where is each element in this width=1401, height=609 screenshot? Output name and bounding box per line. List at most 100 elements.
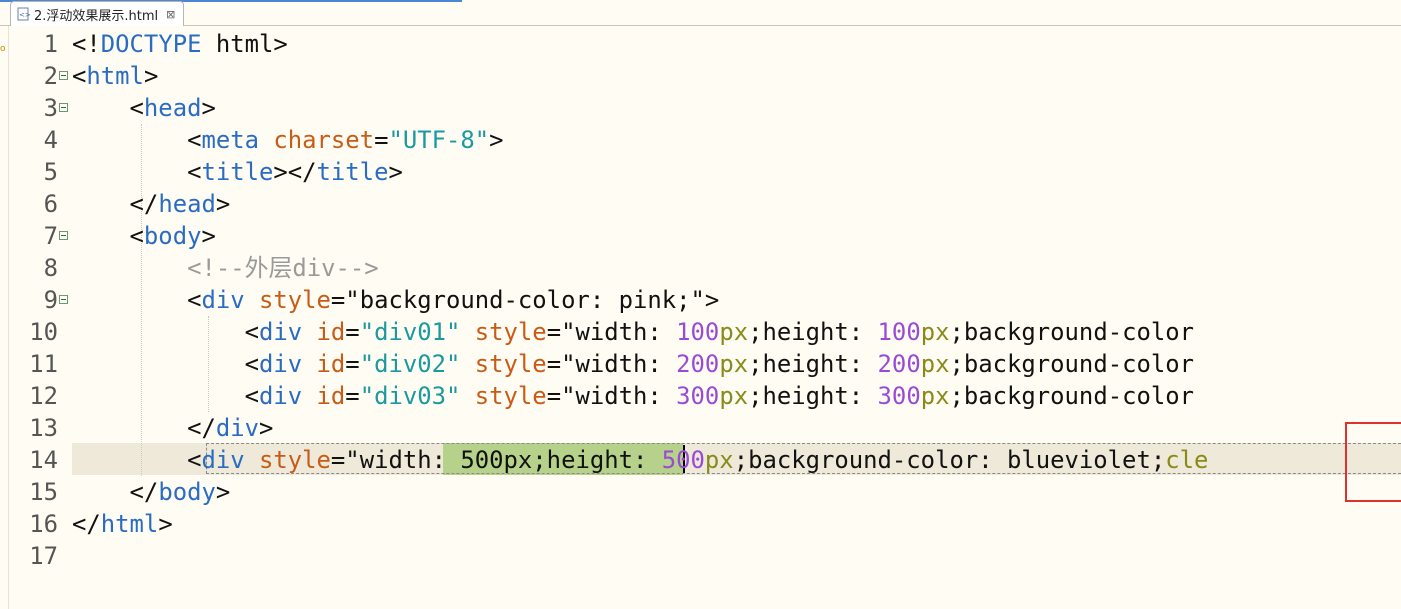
code-token: =" [546,382,576,410]
code-token: html [201,30,274,58]
code-token: < [72,446,202,474]
code-line[interactable]: 14 <div style="width: 500px;height: 500p… [0,444,1401,476]
html-file-icon: <> [17,7,31,21]
fold-toggle-icon[interactable] [59,231,68,240]
code-token: > [489,126,504,154]
code-token: div [201,286,245,314]
code-token: 100 [877,318,921,346]
code-token: px [719,318,749,346]
code-token: px [920,350,950,378]
code-token: div [215,414,259,442]
code-line[interactable]: 4 <meta charset="UTF-8"> [0,124,1401,156]
line-number: 3 [43,94,58,122]
code-token: html [100,510,159,538]
line-number: 4 [43,126,58,154]
code-token: ;background-color [949,318,1195,346]
code-token: =" [330,446,360,474]
code-token: = [345,382,360,410]
code-line[interactable]: 16 </html> [0,508,1401,540]
fold-toggle-icon[interactable] [59,71,68,80]
code-token: ;background-color: blueviolet; [733,446,1166,474]
line-number: 17 [29,542,58,570]
code-token: < [72,158,202,186]
code-line[interactable]: 17 [0,540,1401,572]
line-number: 11 [29,350,58,378]
code-text: <!DOCTYPE html> [72,28,288,60]
code-line[interactable]: 12 <div id="div03" style="width: 300px;h… [0,380,1401,412]
code-line[interactable]: 8 <!--外层div--> [0,252,1401,284]
close-icon[interactable]: ⊠ [166,8,175,21]
code-text: <title></title> [72,156,403,188]
code-line[interactable]: 10 <div id="div01" style="width: 100px;h… [0,316,1401,348]
code-token: < [72,126,202,154]
code-text: </html> [72,508,173,540]
code-token: meta [201,126,259,154]
code-text: <div style="width: 500px;height: 500px;b… [72,444,1208,476]
code-line[interactable]: 3 <head> [0,92,1401,124]
line-number: 2 [43,62,58,90]
tab-title: 2.浮动效果展示.html [34,8,159,24]
code-token: =" [546,318,576,346]
code-line[interactable]: 7 <body> [0,220,1401,252]
code-token: <! [72,30,101,58]
code-line[interactable]: 2 <html> [0,60,1401,92]
code-token: style [460,382,547,410]
code-token: < [72,94,144,122]
line-number: 8 [43,254,58,282]
code-line[interactable]: 6 </head> [0,188,1401,220]
code-token: id [302,318,346,346]
tab-bar: <> 2.浮动效果展示.html ⊠ [0,0,1401,26]
code-line[interactable]: 9 <div style="background-color: pink;"> [0,284,1401,316]
code-text: </head> [72,188,231,220]
code-token: ;height: [748,318,878,346]
svg-text:<>: <> [19,11,30,19]
code-line[interactable]: 1 <!DOCTYPE html> [0,28,1401,60]
code-token: ;background-color [949,350,1195,378]
tab-file[interactable]: <> 2.浮动效果展示.html ⊠ [10,1,185,26]
code-token: style [244,286,331,314]
line-number: 1 [43,30,58,58]
code-token: > [201,222,216,250]
code-text: <div id="div02" style="width: 200px;heig… [72,348,1194,380]
code-token: width: [575,318,677,346]
code-token: </ [72,190,159,218]
code-token: px [920,318,950,346]
code-token: 200 [676,350,720,378]
code-token: 300 [676,382,720,410]
code-token: width: [575,382,677,410]
code-token: 100 [676,318,720,346]
line-number: 15 [29,478,58,506]
code-token: width: 500px;height: [359,446,662,474]
fold-toggle-icon[interactable] [59,295,68,304]
code-token: title [201,158,274,186]
code-text: <div id="div01" style="width: 100px;heig… [72,316,1194,348]
code-line[interactable]: 15 </body> [0,476,1401,508]
code-token: </ [72,414,216,442]
code-token: body [143,222,202,250]
code-token: "> [690,286,720,314]
code-token: < [72,382,259,410]
code-token: "div01" [359,318,461,346]
code-token: style [460,318,547,346]
code-token: < [72,222,144,250]
code-token: = [345,318,360,346]
code-token: </ [72,478,159,506]
code-token: div [258,318,303,346]
code-token: <!--外层div--> [72,254,379,282]
code-token: px [920,382,950,410]
code-text: <!--外层div--> [72,252,379,284]
fold-toggle-icon[interactable] [59,103,68,112]
code-token: id [302,382,346,410]
code-line[interactable]: 11 <div id="div02" style="width: 200px;h… [0,348,1401,380]
editor-window: <> 2.浮动效果展示.html ⊠ o 1 <!DOCTYPE html> 2 <h… [0,0,1401,609]
code-token: head [143,94,202,122]
code-editor[interactable]: 1 <!DOCTYPE html> 2 <html> 3 <head> 4 <meta c… [0,26,1401,609]
code-text: </div> [72,412,273,444]
code-token: "div03" [359,382,461,410]
code-token: 500 [661,446,705,474]
line-number: 9 [43,286,58,314]
code-line[interactable]: 13 </div> [0,412,1401,444]
line-number: 12 [29,382,58,410]
code-token: > [388,158,403,186]
code-line[interactable]: 5 <title></title> [0,156,1401,188]
